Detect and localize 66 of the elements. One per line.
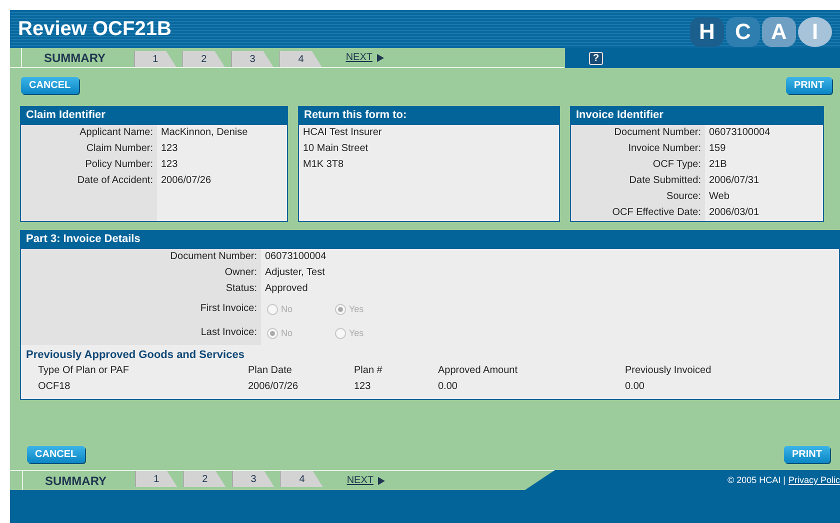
table-cell-text: 123 [354,380,372,394]
field-label: Invoice Number: [627,142,702,156]
field-label: Date Submitted: [628,174,702,188]
field-value: 21B [708,158,728,172]
address-line: HCAI Test Insurer [302,126,383,140]
table-cell-text: 0.00 [438,380,458,394]
field-value: Web [708,190,730,204]
field-label: Applicant Name: [78,126,154,140]
field-label: First Invoice: [199,302,258,316]
field-label: Owner: [224,266,258,280]
field-label: Status: [224,282,258,296]
field-value: 2006/03/01 [708,206,760,220]
tab[interactable]: 1 [134,471,178,487]
column-header: Plan # [354,364,384,378]
field-value: 123 [160,158,179,172]
column-header: Plan Date [248,364,293,378]
field-label: OCF Effective Date: [611,206,702,220]
field-label: Document Number: [169,250,258,264]
next-link[interactable]: NEXT [346,52,384,63]
address-line: M1K 3T8 [302,158,345,172]
field-label: Date of Accident: [76,174,154,188]
field-value: 159 [708,142,727,156]
section-title: Previously Approved Goods and Services [25,348,246,363]
help-icon[interactable]: ? [589,52,604,64]
page-title: Review OCF21B [18,18,172,40]
panel-title: Claim Identifier [21,107,287,125]
field-label: Policy Number: [84,158,154,172]
play-icon [377,54,384,62]
tab[interactable]: 4 [279,51,322,67]
field-label: Source: [666,190,702,204]
privacy-link[interactable]: Privacy Polic [788,475,840,485]
logo-tile: I [798,17,832,47]
table-cell-text: OCF18 [38,380,72,394]
tab[interactable]: 4 [280,471,323,487]
table-cell-text: 2006/07/26 [248,380,300,394]
logo-tile: C [726,17,760,47]
panel-title: Return this form to: [299,107,559,125]
logo-tile: H [690,17,724,47]
tab[interactable]: 2 [182,51,225,67]
column-header: Previously Invoiced [625,364,712,378]
panel-title: Part 3: Invoice Details [21,231,839,249]
tab[interactable]: 1 [134,51,176,67]
panel-title: Invoice Identifier [571,107,823,125]
field-value: MacKinnon, Denise [160,126,249,140]
next-link[interactable]: NEXT [346,475,386,486]
field-value: 2006/07/31 [708,174,760,188]
logo-tile: A [762,17,796,47]
field-label: Claim Number: [85,142,154,156]
field-value: Adjuster, Test [264,266,326,280]
field-label: Document Number: [613,126,702,140]
tab[interactable]: 3 [230,51,274,67]
field-value: 123 [160,142,179,156]
field-value: 2006/07/26 [160,174,212,188]
field-label: Last Invoice: [200,326,258,340]
address-line: 10 Main Street [302,142,370,156]
tab[interactable]: 3 [232,471,274,487]
column-header: Approved Amount [438,364,518,378]
field-value: 06073100004 [264,250,328,264]
table-cell-text: 0.00 [625,380,646,394]
field-label: OCF Type: [652,158,702,172]
field-value: Approved [264,282,309,296]
column-header: Type Of Plan or PAF [38,364,130,378]
copyright-text: © 2005 HCAI | [727,475,786,485]
tab[interactable]: 2 [183,471,226,487]
field-value: 06073100004 [708,126,772,140]
play-icon [378,476,386,484]
